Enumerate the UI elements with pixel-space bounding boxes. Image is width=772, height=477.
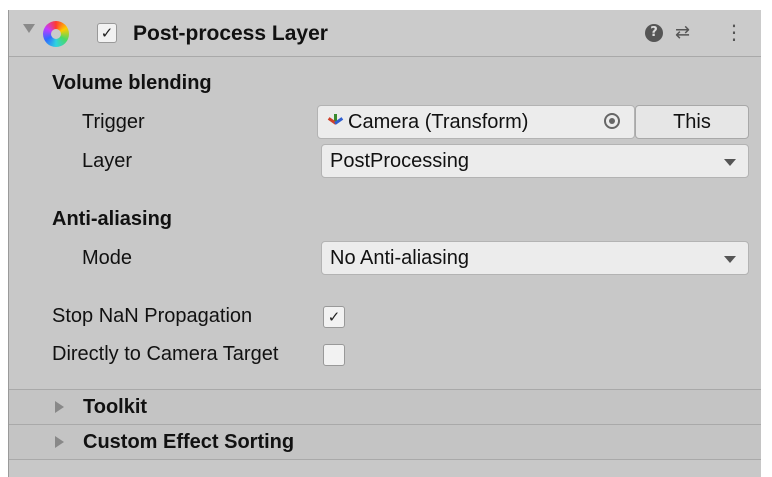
component-header[interactable]: ✓ Post-process Layer ? ⇄ ⋮ (9, 10, 761, 57)
trigger-value: Camera (Transform) (348, 111, 529, 133)
layer-dropdown[interactable]: PostProcessing (321, 144, 749, 178)
layer-label: Layer (82, 150, 133, 172)
color-wheel-icon (43, 21, 69, 47)
component-enabled-checkbox[interactable]: ✓ (97, 23, 117, 43)
chevron-down-icon (724, 256, 736, 263)
object-picker-icon[interactable] (604, 113, 620, 129)
chevron-down-icon (724, 159, 736, 166)
chevron-right-icon (55, 401, 64, 413)
toolkit-foldout[interactable]: Toolkit (9, 389, 761, 424)
help-icon[interactable]: ? (645, 24, 663, 42)
direct-to-camera-checkbox[interactable] (323, 344, 345, 366)
kebab-menu-icon[interactable]: ⋮ (724, 22, 744, 42)
toolkit-label: Toolkit (83, 396, 148, 418)
anti-aliasing-heading: Anti-aliasing (52, 208, 173, 230)
component-title: Post-process Layer (133, 22, 328, 45)
custom-effect-sorting-label: Custom Effect Sorting (83, 431, 295, 453)
direct-to-camera-label: Directly to Camera Target (52, 343, 279, 365)
foldout-arrow-icon[interactable] (23, 24, 35, 33)
volume-blending-heading: Volume blending (52, 72, 212, 94)
stop-nan-checkbox[interactable]: ✓ (323, 306, 345, 328)
post-process-layer-panel: ✓ Post-process Layer ? ⇄ ⋮ Volume blendi… (8, 10, 761, 477)
layer-value: PostProcessing (330, 150, 469, 172)
transform-icon (326, 112, 344, 130)
presets-icon[interactable]: ⇄ (675, 22, 690, 43)
trigger-label: Trigger (82, 111, 145, 133)
mode-value: No Anti-aliasing (330, 247, 469, 269)
panel-footer (9, 459, 761, 477)
mode-dropdown[interactable]: No Anti-aliasing (321, 241, 749, 275)
this-button[interactable]: This (635, 105, 749, 139)
mode-label: Mode (82, 247, 133, 269)
custom-effect-sorting-foldout[interactable]: Custom Effect Sorting (9, 424, 761, 459)
stop-nan-label: Stop NaN Propagation (52, 305, 253, 327)
chevron-right-icon (55, 436, 64, 448)
trigger-object-field[interactable]: Camera (Transform) (317, 105, 635, 139)
